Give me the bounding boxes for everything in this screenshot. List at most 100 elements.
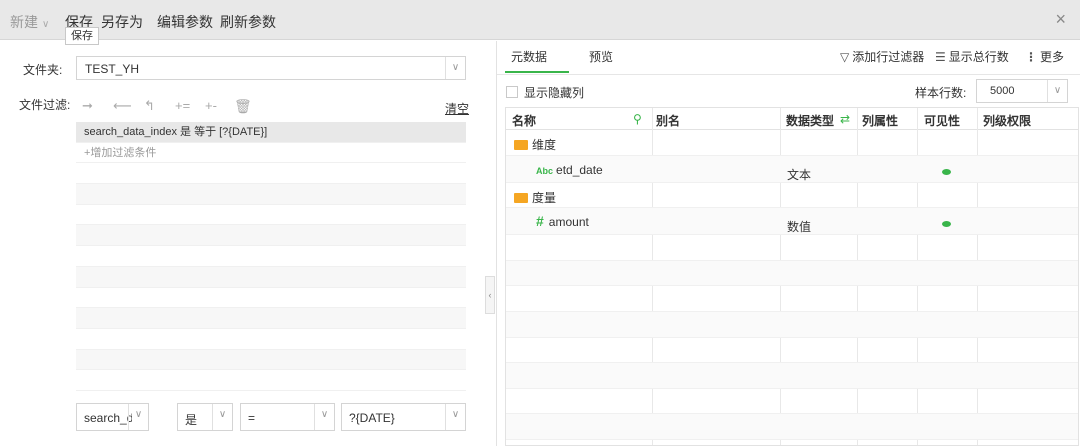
- field-name-text: amount: [548, 215, 589, 230]
- sample-rows-label: 样本行数:: [915, 86, 967, 100]
- chevron-down-icon[interactable]: ∨: [445, 404, 465, 430]
- condition-value-input[interactable]: ?{DATE} ∨: [341, 403, 466, 431]
- eye-icon[interactable]: [942, 168, 951, 175]
- condition-operator-value: =: [248, 411, 256, 425]
- field-row-etd-date[interactable]: Abc etd_date 文本: [506, 155, 1078, 183]
- text-type-icon: Abc: [536, 165, 554, 176]
- top-toolbar: 新建 ∨ 保存 另存为 编辑参数 刷新参数 ×: [0, 0, 1080, 40]
- field-row-amount[interactable]: # amount 数值: [506, 208, 1078, 236]
- add-row-filter-button[interactable]: ▽ 添加行过滤器: [840, 48, 924, 65]
- dimension-group: 维度: [514, 136, 556, 153]
- condition-operator-select[interactable]: = ∨: [240, 403, 335, 431]
- column-header-permission[interactable]: 列级权限: [983, 112, 1031, 129]
- more-label: 更多: [1040, 50, 1065, 64]
- empty-row: [506, 260, 1078, 287]
- trash-icon[interactable]: 🗑: [234, 99, 252, 113]
- eye-icon[interactable]: [942, 221, 951, 228]
- group-label: 度量: [532, 190, 557, 205]
- arrow-left-icon[interactable]: ⟵: [113, 99, 132, 113]
- funnel-icon: ▽: [840, 50, 850, 64]
- folder-select[interactable]: TEST_YH ∨: [76, 56, 466, 80]
- more-button[interactable]: ⋮ 更多: [1025, 48, 1064, 65]
- group-row-dimension[interactable]: 维度: [506, 130, 1078, 156]
- field-datatype: 数值: [787, 220, 812, 235]
- save-as-button[interactable]: 另存为: [101, 12, 143, 32]
- new-label: 新建: [10, 14, 38, 30]
- search-icon[interactable]: ⚲: [633, 112, 642, 126]
- filter-empty-row: [76, 308, 466, 329]
- column-header-alias[interactable]: 别名: [656, 112, 680, 129]
- tab-divider: [497, 74, 1080, 75]
- chevron-down-icon[interactable]: ∨: [1047, 80, 1067, 102]
- column-header-datatype[interactable]: 数据类型: [786, 112, 834, 129]
- indent-return-icon[interactable]: ↰: [144, 99, 155, 113]
- refresh-params-button[interactable]: 刷新参数: [220, 12, 276, 32]
- rows-icon: ☰: [935, 50, 946, 64]
- filter-empty-row: [76, 349, 466, 371]
- add-group-icon[interactable]: +-: [205, 99, 217, 113]
- more-icon: ⋮: [1025, 50, 1037, 64]
- group-row-measure[interactable]: 度量: [506, 183, 1078, 209]
- sample-rows-select[interactable]: 5000 ∨: [976, 79, 1068, 103]
- filter-empty-row: [76, 266, 466, 288]
- folder-icon: [514, 140, 528, 150]
- condition-field-value: search_data_ir: [84, 411, 132, 425]
- show-total-rows-button[interactable]: ☰ 显示总行数: [935, 48, 1009, 65]
- sample-rows-value: 5000: [990, 85, 1015, 97]
- filter-empty-row: [76, 246, 466, 267]
- empty-row: [506, 235, 1078, 261]
- grid-header: 名称 ⚲ 别名 数据类型 ⇄ 列属性 可见性 列级权限: [506, 108, 1078, 130]
- metadata-grid: 名称 ⚲ 别名 数据类型 ⇄ 列属性 可见性 列级权限 维度 Abc etd_da…: [505, 107, 1079, 446]
- close-icon[interactable]: ×: [1055, 10, 1066, 28]
- field-name-text: etd_date: [556, 162, 603, 177]
- chevron-down-icon[interactable]: ∨: [212, 404, 232, 430]
- filter-empty-row: [76, 328, 466, 350]
- chevron-down-icon[interactable]: ∨: [128, 404, 148, 430]
- empty-row: [506, 338, 1078, 364]
- clear-link[interactable]: 清空: [445, 100, 469, 117]
- column-header-attribute[interactable]: 列属性: [862, 112, 898, 129]
- filter-list: search_data_index 是 等于 [?{DATE}] +增加过滤条件: [76, 122, 466, 400]
- column-header-visibility[interactable]: 可见性: [924, 112, 960, 129]
- show-hidden-checkbox[interactable]: [506, 86, 518, 98]
- empty-row: [506, 363, 1078, 389]
- right-panel: 元数据 预览 ▽ 添加行过滤器 ☰ 显示总行数 ⋮ 更多 显示隐藏列 样本行数: 50…: [496, 41, 1080, 446]
- condition-op-select[interactable]: 是 ∨: [177, 403, 233, 431]
- filter-empty-row: [76, 225, 466, 247]
- add-row-filter-label: 添加行过滤器: [852, 50, 925, 64]
- filter-empty-row: [76, 287, 466, 309]
- chevron-down-icon[interactable]: ∨: [445, 57, 465, 79]
- edit-params-button[interactable]: 编辑参数: [157, 12, 213, 32]
- filter-row[interactable]: search_data_index 是 等于 [?{DATE}]: [76, 122, 466, 143]
- chevron-down-icon: ∨: [42, 19, 50, 30]
- empty-row: [506, 389, 1078, 415]
- chevron-down-icon[interactable]: ∨: [314, 404, 334, 430]
- show-total-rows-label: 显示总行数: [948, 50, 1009, 64]
- column-header-name[interactable]: 名称: [512, 112, 536, 129]
- filter-empty-row: [76, 370, 466, 391]
- empty-row: [506, 414, 1078, 440]
- field-name: # amount: [536, 213, 589, 229]
- tab-metadata[interactable]: 元数据: [511, 48, 547, 65]
- folder-label: 文件夹:: [23, 63, 63, 77]
- collapse-panel-handle[interactable]: ‹: [485, 276, 495, 314]
- add-condition-icon[interactable]: +=: [175, 99, 190, 113]
- add-filter-condition-link[interactable]: +增加过滤条件: [76, 142, 466, 164]
- arrow-right-icon[interactable]: ➞: [82, 99, 93, 113]
- empty-row: [506, 312, 1078, 338]
- filter-empty-row: [76, 204, 466, 226]
- tab-preview[interactable]: 预览: [589, 48, 613, 65]
- file-filter-label: 文件过滤:: [19, 98, 71, 112]
- new-button[interactable]: 新建 ∨: [10, 12, 49, 32]
- folder-icon: [514, 192, 528, 203]
- measure-group: 度量: [514, 189, 556, 206]
- filter-empty-row: [76, 163, 466, 185]
- active-tab-indicator: [505, 71, 569, 73]
- number-type-icon: #: [536, 213, 544, 230]
- condition-op-value: 是: [185, 413, 198, 427]
- refresh-type-icon[interactable]: ⇄: [840, 112, 850, 126]
- folder-value: TEST_YH: [85, 62, 140, 76]
- show-hidden-label: 显示隐藏列: [524, 86, 585, 100]
- condition-field-select[interactable]: search_data_ir ∨: [76, 403, 149, 431]
- save-tooltip: 保存: [65, 27, 99, 45]
